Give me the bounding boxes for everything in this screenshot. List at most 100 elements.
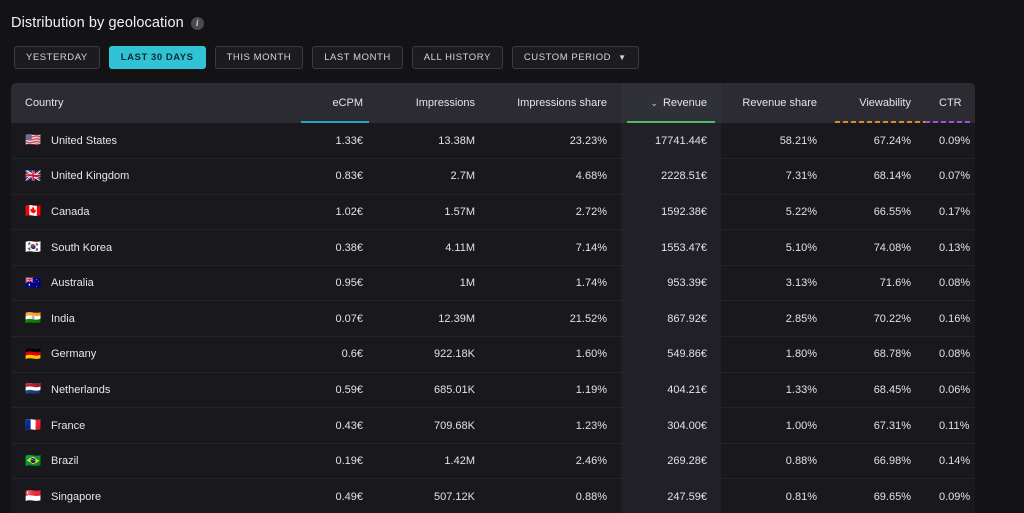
cell-impressions: 1.42M	[377, 443, 489, 479]
cell-viewability: 68.14%	[831, 159, 925, 195]
cell-ctr: 0.06%	[925, 372, 975, 408]
period-button-this-month[interactable]: THIS MONTH	[215, 46, 304, 69]
cell-ecpm: 0.83€	[293, 159, 377, 195]
country-name: United Kingdom	[51, 170, 129, 182]
country-name: Singapore	[51, 491, 101, 503]
cell-impressions: 2.7M	[377, 159, 489, 195]
table-body: 🇺🇸United States1.33€13.38M23.23%17741.44…	[11, 123, 975, 513]
cell-revenue: 17741.44€	[621, 123, 721, 159]
cell-revenue_share: 58.21%	[721, 123, 831, 159]
column-header-country[interactable]: Country	[11, 83, 293, 123]
table-row[interactable]: 🇮🇳India0.07€12.39M21.52%867.92€2.85%70.2…	[11, 301, 975, 337]
period-button-label: ALL HISTORY	[424, 52, 491, 63]
column-header-revenue[interactable]: ⌄Revenue	[621, 83, 721, 123]
country-name: Brazil	[51, 455, 79, 467]
table-header: Country eCPM Impressions Impressions share ⌄…	[11, 83, 975, 123]
table-row[interactable]: 🇳🇱Netherlands0.59€685.01K1.19%404.21€1.3…	[11, 372, 975, 408]
cell-ctr: 0.16%	[925, 301, 975, 337]
table-row[interactable]: 🇫🇷France0.43€709.68K1.23%304.00€1.00%67.…	[11, 408, 975, 444]
cell-revenue: 1553.47€	[621, 230, 721, 266]
flag-icon: 🇦🇺	[25, 277, 42, 290]
flag-icon: 🇫🇷	[25, 419, 42, 432]
period-button-all-history[interactable]: ALL HISTORY	[412, 46, 503, 69]
info-icon[interactable]: i	[191, 17, 204, 30]
column-header-impressions_share[interactable]: Impressions share	[489, 83, 621, 123]
country-cell: 🇰🇷 South Korea	[25, 241, 279, 254]
period-button-yesterday[interactable]: YESTERDAY	[14, 46, 100, 69]
cell-impressions: 1M	[377, 265, 489, 301]
cell-ctr: 0.13%	[925, 230, 975, 266]
cell-ctr: 0.07%	[925, 159, 975, 195]
cell-revenue_share: 3.13%	[721, 265, 831, 301]
period-button-label: LAST 30 DAYS	[121, 52, 194, 63]
cell-country: 🇩🇪Germany	[11, 337, 293, 373]
table-row[interactable]: 🇧🇷Brazil0.19€1.42M2.46%269.28€0.88%66.98…	[11, 443, 975, 479]
column-header-label: Revenue	[663, 97, 707, 109]
cell-ctr: 0.14%	[925, 443, 975, 479]
cell-impressions: 922.18K	[377, 337, 489, 373]
table-row[interactable]: 🇨🇦Canada1.02€1.57M2.72%1592.38€5.22%66.5…	[11, 194, 975, 230]
table-row[interactable]: 🇬🇧United Kingdom0.83€2.7M4.68%2228.51€7.…	[11, 159, 975, 195]
cell-country: 🇺🇸 United States	[11, 123, 293, 159]
column-header-label: CTR	[939, 97, 962, 109]
column-header-label: Country	[25, 97, 64, 109]
cell-viewability: 67.24%	[831, 123, 925, 159]
cell-impressions_share: 1.74%	[489, 265, 621, 301]
period-button-custom-period[interactable]: CUSTOM PERIOD▼	[512, 46, 639, 69]
cell-viewability: 68.78%	[831, 337, 925, 373]
column-header-content: Impressions	[416, 97, 475, 109]
cell-ecpm: 0.19€	[293, 443, 377, 479]
country-name: South Korea	[51, 242, 112, 254]
table-row[interactable]: 🇦🇺Australia0.95€1M1.74%953.39€3.13%71.6%…	[11, 265, 975, 301]
period-filter-group: YESTERDAY LAST 30 DAYS THIS MONTH LAST MONT…	[14, 46, 1024, 69]
country-name: United States	[51, 135, 117, 147]
cell-revenue_share: 5.10%	[721, 230, 831, 266]
flag-icon: 🇺🇸	[25, 134, 42, 147]
column-header-ctr[interactable]: CTR	[925, 83, 975, 123]
cell-revenue: 269.28€	[621, 443, 721, 479]
geolocation-table-container: Country eCPM Impressions Impressions share ⌄…	[11, 83, 975, 513]
table-row[interactable]: 🇸🇬Singapore0.49€507.12K0.88%247.59€0.81%…	[11, 479, 975, 513]
cell-revenue_share: 1.00%	[721, 408, 831, 444]
cell-viewability: 66.98%	[831, 443, 925, 479]
table-row[interactable]: 🇩🇪Germany0.6€922.18K1.60%549.86€1.80%68.…	[11, 337, 975, 373]
cell-ecpm: 0.07€	[293, 301, 377, 337]
column-header-ecpm[interactable]: eCPM	[293, 83, 377, 123]
period-button-last-30-days[interactable]: LAST 30 DAYS	[109, 46, 206, 69]
cell-revenue: 247.59€	[621, 479, 721, 513]
column-header-content: ⌄Revenue	[650, 97, 707, 109]
table-row[interactable]: 🇺🇸United States1.33€13.38M23.23%17741.44…	[11, 123, 975, 159]
cell-impressions: 709.68K	[377, 408, 489, 444]
column-header-content: eCPM	[332, 97, 363, 109]
cell-ctr: 0.08%	[925, 337, 975, 373]
column-metric-rule-revenue	[627, 121, 715, 124]
cell-country: 🇮🇳India	[11, 301, 293, 337]
country-cell: 🇦🇺 Australia	[25, 277, 279, 290]
period-button-last-month[interactable]: LAST MONTH	[312, 46, 403, 69]
cell-impressions: 1.57M	[377, 194, 489, 230]
cell-revenue_share: 0.81%	[721, 479, 831, 513]
cell-impressions_share: 7.14%	[489, 230, 621, 266]
column-header-revenue_share[interactable]: Revenue share	[721, 83, 831, 123]
cell-viewability: 67.31%	[831, 408, 925, 444]
column-header-viewability[interactable]: Viewability	[831, 83, 925, 123]
column-header-impressions[interactable]: Impressions	[377, 83, 489, 123]
table-row[interactable]: 🇰🇷South Korea0.38€4.11M7.14%1553.47€5.10…	[11, 230, 975, 266]
cell-impressions_share: 0.88%	[489, 479, 621, 513]
cell-viewability: 74.08%	[831, 230, 925, 266]
cell-ctr: 0.09%	[925, 479, 975, 513]
column-header-label: Viewability	[859, 97, 911, 109]
cell-country: 🇰🇷 South Korea	[11, 230, 293, 266]
period-button-label: YESTERDAY	[26, 52, 88, 63]
cell-impressions: 685.01K	[377, 372, 489, 408]
flag-icon: 🇧🇷	[25, 455, 42, 468]
country-name: Netherlands	[51, 384, 110, 396]
country-cell: 🇩🇪Germany	[25, 348, 279, 361]
cell-revenue: 1592.38€	[621, 194, 721, 230]
cell-viewability: 71.6%	[831, 265, 925, 301]
country-cell: 🇬🇧United Kingdom	[25, 170, 279, 183]
flag-icon: 🇰🇷	[25, 241, 42, 254]
period-button-label: LAST MONTH	[324, 52, 391, 63]
country-name: Australia	[51, 277, 94, 289]
flag-icon: 🇨🇦	[25, 205, 42, 218]
